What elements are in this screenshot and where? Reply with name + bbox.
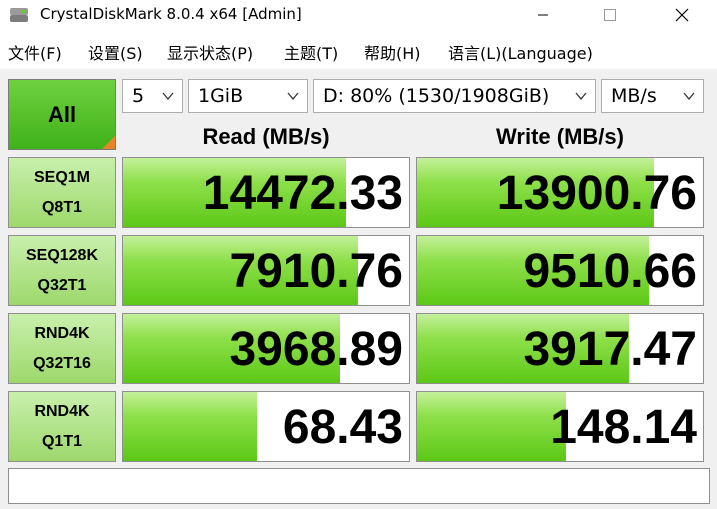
maximize-icon	[604, 9, 616, 21]
test-button-rnd4k-q32t16[interactable]: RND4K Q32T16	[8, 313, 116, 384]
write-result-seq1m: 13900.76	[416, 157, 704, 228]
menu-language[interactable]: 语言(L)(Language)	[448, 40, 593, 64]
drive-select-value: D: 80% (1530/1908GiB)	[323, 85, 550, 107]
test-label-line1: RND4K	[34, 324, 90, 342]
menu-profile[interactable]: 显示状态(P)	[167, 40, 253, 64]
minimize-icon	[538, 14, 548, 16]
all-button[interactable]: All	[8, 79, 116, 150]
write-result-rnd4k-q32t16: 3917.47	[416, 313, 704, 384]
write-value: 9510.66	[523, 245, 697, 298]
write-value: 148.14	[550, 401, 697, 454]
write-result-seq128k: 9510.66	[416, 235, 704, 306]
all-button-label: All	[47, 101, 77, 127]
read-value: 3968.89	[229, 323, 403, 376]
write-value: 3917.47	[523, 323, 697, 376]
read-bar	[123, 392, 258, 461]
all-corner-marker	[102, 136, 115, 149]
test-label-line1: SEQ1M	[33, 168, 90, 186]
menu-file[interactable]: 文件(F)	[8, 40, 62, 64]
write-header: Write (MB/s)	[496, 124, 624, 149]
app-icon	[10, 8, 28, 22]
close-button[interactable]	[657, 0, 707, 30]
drive-select[interactable]: D: 80% (1530/1908GiB)	[313, 79, 596, 113]
read-result-rnd4k-q1t1: 68.43	[122, 391, 410, 462]
maximize-button[interactable]	[585, 0, 635, 30]
test-button-seq1m-q8t1[interactable]: SEQ1M Q8T1	[8, 157, 116, 228]
read-result-seq1m: 14472.33	[122, 157, 410, 228]
test-label-line1: SEQ128K	[25, 246, 99, 264]
write-bar	[417, 392, 566, 461]
count-select-value: 5	[132, 85, 145, 107]
read-value: 14472.33	[202, 167, 403, 220]
unit-select-value: MB/s	[611, 85, 657, 107]
write-value: 13900.76	[496, 167, 697, 220]
menu-theme[interactable]: 主题(T)	[284, 40, 338, 64]
test-button-seq128k-q32t1[interactable]: SEQ128K Q32T1	[8, 235, 116, 306]
size-select-value: 1GiB	[198, 85, 244, 107]
count-select[interactable]: 5	[122, 79, 183, 113]
test-label-line2: Q8T1	[41, 198, 82, 216]
unit-select[interactable]: MB/s	[601, 79, 704, 113]
test-label-line2: Q32T1	[37, 276, 87, 294]
write-result-rnd4k-q1t1: 148.14	[416, 391, 704, 462]
menu-help[interactable]: 帮助(H)	[364, 40, 421, 64]
read-value: 7910.76	[229, 245, 403, 298]
chevron-down-icon	[683, 92, 695, 101]
test-label-line1: RND4K	[34, 402, 90, 420]
read-result-seq128k: 7910.76	[122, 235, 410, 306]
chevron-down-icon	[162, 92, 174, 101]
test-label-line2: Q32T16	[33, 354, 91, 372]
menu-settings[interactable]: 设置(S)	[88, 40, 143, 64]
read-header: Read (MB/s)	[202, 124, 330, 149]
comment-field[interactable]	[8, 468, 710, 504]
read-result-rnd4k-q32t16: 3968.89	[122, 313, 410, 384]
window-title: CrystalDiskMark 8.0.4 x64 [Admin]	[40, 5, 302, 23]
size-select[interactable]: 1GiB	[188, 79, 308, 113]
minimize-button[interactable]	[518, 0, 568, 30]
close-icon	[675, 8, 689, 22]
chevron-down-icon	[575, 92, 587, 101]
chevron-down-icon	[287, 92, 299, 101]
menu-bar: 文件(F) 设置(S) 显示状态(P) 主题(T) 帮助(H) 语言(L)(La…	[0, 30, 717, 70]
title-bar: CrystalDiskMark 8.0.4 x64 [Admin]	[0, 0, 717, 30]
test-button-rnd4k-q1t1[interactable]: RND4K Q1T1	[8, 391, 116, 462]
read-value: 68.43	[282, 401, 403, 454]
test-label-line2: Q1T1	[41, 432, 82, 450]
